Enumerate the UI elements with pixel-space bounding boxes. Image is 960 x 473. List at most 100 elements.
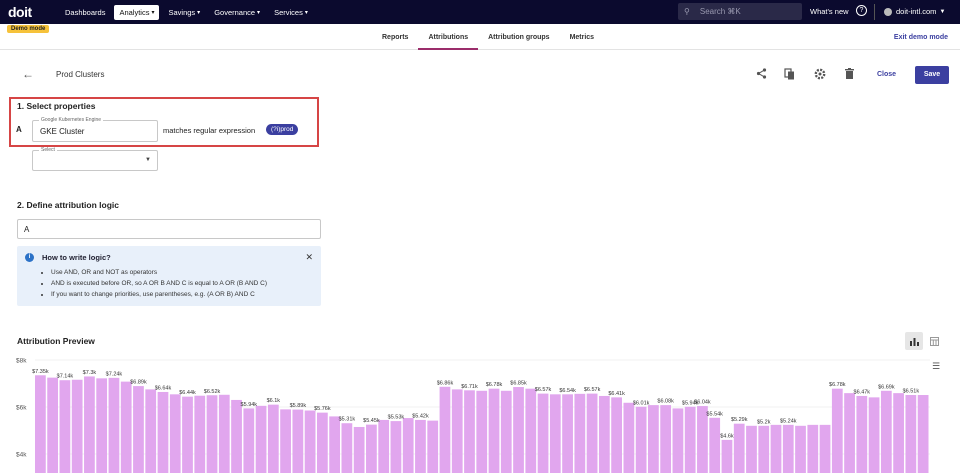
bar[interactable] — [684, 406, 696, 473]
bar[interactable] — [329, 416, 341, 473]
bar[interactable] — [856, 395, 868, 473]
bar[interactable] — [574, 393, 586, 473]
bar[interactable] — [598, 395, 610, 473]
tab-attribution-groups[interactable]: Attribution groups — [478, 24, 559, 50]
bar[interactable] — [35, 375, 46, 473]
bar[interactable] — [623, 402, 635, 473]
bar[interactable] — [733, 423, 745, 473]
bar[interactable] — [819, 424, 831, 473]
nav-item-savings[interactable]: Savings ▾ — [163, 5, 205, 20]
bar[interactable] — [746, 425, 757, 473]
share-icon[interactable] — [756, 68, 767, 82]
bar[interactable] — [341, 423, 353, 473]
bar[interactable] — [47, 377, 59, 473]
exit-demo-button[interactable]: Exit demo mode — [894, 34, 948, 41]
account-menu[interactable]: doit-intl.com ▼ — [884, 7, 945, 16]
bar[interactable] — [880, 390, 892, 473]
bar[interactable] — [917, 395, 929, 473]
tab-metrics[interactable]: Metrics — [560, 24, 605, 50]
bar[interactable] — [586, 393, 598, 473]
bar[interactable] — [868, 397, 880, 473]
bar[interactable] — [71, 379, 83, 473]
bar[interactable] — [280, 409, 291, 473]
bar[interactable] — [807, 424, 819, 473]
close-button[interactable]: Close — [877, 71, 896, 78]
bar[interactable] — [316, 412, 328, 473]
bar[interactable] — [770, 424, 782, 473]
copy-icon[interactable] — [784, 68, 795, 83]
save-button[interactable]: Save — [915, 66, 949, 84]
bar[interactable] — [672, 408, 684, 473]
bar[interactable] — [218, 394, 230, 473]
bar[interactable] — [905, 395, 917, 473]
bar[interactable] — [145, 389, 157, 473]
bar-chart-view-icon[interactable] — [905, 332, 923, 350]
nav-item-services[interactable]: Services ▾ — [269, 5, 313, 20]
operator-text[interactable]: matches regular expression — [163, 126, 255, 135]
search-input[interactable]: ⚲ Search ⌘K — [678, 3, 802, 20]
tab-attributions[interactable]: Attributions — [418, 24, 479, 50]
bar[interactable] — [415, 419, 426, 473]
bar[interactable] — [390, 421, 402, 473]
bar[interactable] — [721, 439, 733, 473]
tab-reports[interactable]: Reports — [372, 24, 418, 50]
bar[interactable] — [169, 394, 181, 473]
bar[interactable] — [893, 393, 904, 473]
bar[interactable] — [660, 405, 672, 473]
bar[interactable] — [206, 395, 218, 473]
bar[interactable] — [488, 388, 500, 473]
logic-input[interactable]: A — [17, 219, 321, 239]
nav-item-governance[interactable]: Governance ▾ — [209, 5, 265, 20]
bar[interactable] — [304, 410, 316, 473]
bar[interactable] — [366, 424, 377, 473]
bar[interactable] — [844, 393, 855, 473]
bar[interactable] — [255, 405, 267, 473]
bar[interactable] — [635, 406, 647, 473]
bar[interactable] — [402, 418, 414, 473]
bar[interactable] — [243, 408, 255, 473]
bar[interactable] — [795, 425, 806, 473]
whats-new-link[interactable]: What's new — [810, 7, 849, 16]
bar[interactable] — [648, 405, 659, 473]
dimension-field[interactable]: Google Kubernetes Engine GKE Cluster — [32, 117, 158, 142]
bar[interactable] — [513, 387, 524, 473]
select-dropdown[interactable]: Select ▼ — [32, 147, 158, 171]
bar[interactable] — [500, 390, 512, 473]
bar[interactable] — [194, 395, 206, 473]
bar[interactable] — [96, 378, 108, 473]
bar[interactable] — [182, 396, 193, 473]
gear-icon[interactable] — [814, 68, 826, 83]
bar[interactable] — [378, 419, 390, 473]
bar[interactable] — [157, 391, 169, 473]
bar[interactable] — [549, 394, 561, 473]
bar[interactable] — [120, 381, 132, 473]
bar[interactable] — [525, 388, 537, 473]
bar[interactable] — [451, 389, 463, 473]
bar[interactable] — [709, 417, 721, 473]
bar[interactable] — [476, 390, 488, 473]
bar[interactable] — [464, 390, 475, 473]
bar[interactable] — [831, 388, 843, 473]
bar[interactable] — [758, 425, 770, 473]
nav-item-analytics[interactable]: Analytics ▾ — [114, 4, 160, 20]
help-icon[interactable]: ? — [856, 5, 867, 16]
bar[interactable] — [427, 420, 439, 473]
bar[interactable] — [439, 386, 451, 473]
doit-logo[interactable]: doit — [8, 4, 48, 20]
regex-chip[interactable]: (?i)prod — [266, 124, 299, 135]
back-arrow-icon[interactable]: ← — [22, 67, 34, 81]
nav-item-dashboards[interactable]: Dashboards — [60, 5, 110, 20]
bar[interactable] — [108, 377, 120, 473]
bar[interactable] — [562, 394, 573, 473]
bar[interactable] — [537, 393, 549, 473]
bar[interactable] — [59, 380, 71, 473]
bar[interactable] — [353, 426, 365, 473]
close-icon[interactable]: ✕ — [305, 252, 313, 263]
bar[interactable] — [267, 404, 279, 473]
bar[interactable] — [782, 424, 794, 473]
bar[interactable] — [133, 386, 144, 473]
bar[interactable] — [292, 409, 304, 473]
bar[interactable] — [231, 399, 242, 473]
bar[interactable] — [611, 397, 622, 473]
bar[interactable] — [84, 376, 95, 473]
